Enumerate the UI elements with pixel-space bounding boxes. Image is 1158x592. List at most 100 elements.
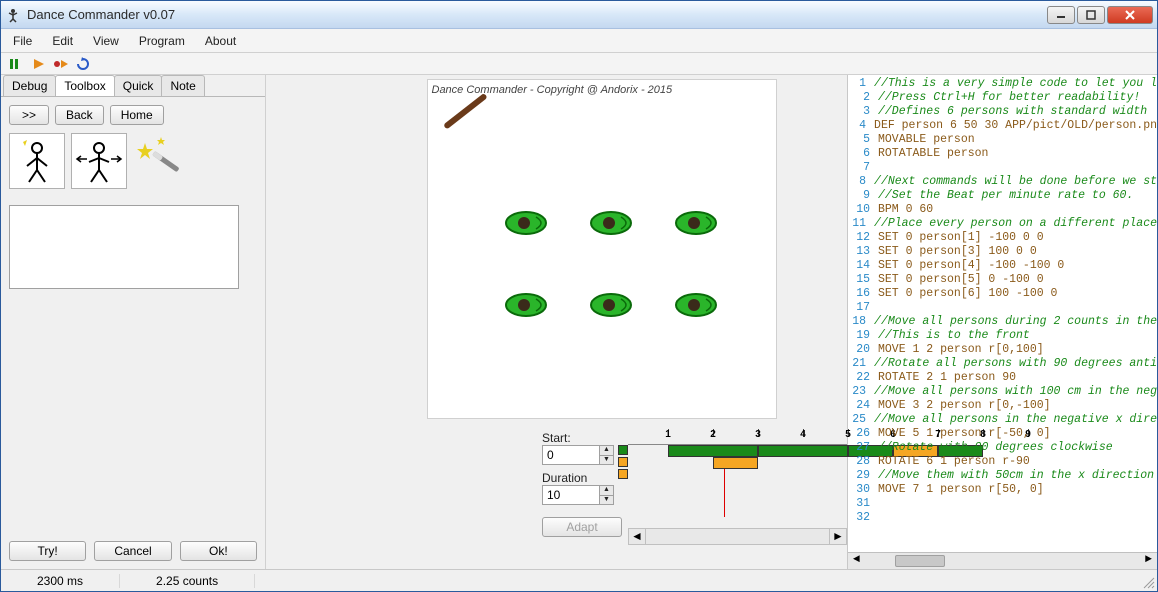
tool-actor-move[interactable] (71, 133, 127, 189)
code-line[interactable]: 10BPM 0 60 (848, 203, 1157, 217)
code-text[interactable]: //Move all persons with 100 cm in the ne… (874, 385, 1157, 399)
code-text[interactable]: MOVE 7 1 person r[50, 0] (878, 483, 1157, 497)
adapt-button[interactable]: Adapt (542, 517, 622, 537)
home-button[interactable]: Home (110, 105, 164, 125)
timeline-segment[interactable] (668, 445, 758, 457)
code-text[interactable]: //Move all persons during 2 counts in th… (874, 315, 1157, 329)
tool-wand[interactable] (133, 133, 189, 189)
code-text[interactable]: SET 0 person[5] 0 -100 0 (878, 273, 1157, 287)
code-line[interactable]: 14SET 0 person[4] -100 -100 0 (848, 259, 1157, 273)
code-line[interactable]: 27//Rotate with 90 degrees clockwise (848, 441, 1157, 455)
scroll-track[interactable] (646, 529, 829, 544)
code-line[interactable]: 12SET 0 person[1] -100 0 0 (848, 231, 1157, 245)
timeline-segment[interactable] (618, 457, 628, 467)
code-scroll-right-icon[interactable]: ► (1140, 553, 1157, 569)
code-text[interactable]: //Press Ctrl+H for better readability! (878, 91, 1157, 105)
code-text[interactable]: MOVE 3 2 person r[0,-100] (878, 399, 1157, 413)
dancer[interactable] (588, 290, 634, 320)
code-text[interactable]: //This is a very simple code to let you … (874, 77, 1157, 91)
maximize-button[interactable] (1077, 6, 1105, 24)
code-line[interactable]: 28ROTATE 6 1 person r-90 (848, 455, 1157, 469)
code-line[interactable]: 32 (848, 511, 1157, 525)
code-scrollbar[interactable]: ◄ ► (848, 552, 1157, 569)
code-text[interactable]: //This is to the front (878, 329, 1157, 343)
code-line[interactable]: 5MOVABLE person (848, 133, 1157, 147)
code-scroll[interactable]: 1//This is a very simple code to let you… (848, 75, 1157, 552)
back-button[interactable]: Back (55, 105, 104, 125)
resize-grip-icon[interactable] (1141, 575, 1155, 589)
duration-down-icon[interactable]: ▼ (599, 496, 613, 505)
code-scroll-left-icon[interactable]: ◄ (848, 553, 865, 569)
titlebar[interactable]: Dance Commander v0.07 (1, 1, 1157, 29)
code-lines[interactable]: 1//This is a very simple code to let you… (848, 75, 1157, 527)
code-text[interactable]: ROTATE 6 1 person r-90 (878, 455, 1157, 469)
code-scroll-thumb[interactable] (895, 555, 945, 567)
code-line[interactable]: 19//This is to the front (848, 329, 1157, 343)
tool-actor-single[interactable] (9, 133, 65, 189)
code-text[interactable]: //Place every person on a different plac… (874, 217, 1157, 231)
code-line[interactable]: 29//Move them with 50cm in the x directi… (848, 469, 1157, 483)
timeline-rows[interactable] (628, 445, 847, 517)
code-text[interactable]: SET 0 person[1] -100 0 0 (878, 231, 1157, 245)
code-line[interactable]: 20MOVE 1 2 person r[0,100] (848, 343, 1157, 357)
code-line[interactable]: 17 (848, 301, 1157, 315)
code-text[interactable]: SET 0 person[3] 100 0 0 (878, 245, 1157, 259)
close-button[interactable] (1107, 6, 1153, 24)
timeline-segment[interactable] (713, 457, 758, 469)
code-text[interactable]: DEF person 6 50 30 APP/pict/OLD/person.p… (874, 119, 1157, 133)
code-text[interactable]: //Defines 6 persons with standard width (878, 105, 1157, 119)
toolbox-textarea[interactable] (9, 205, 239, 289)
code-text[interactable] (878, 497, 1157, 511)
code-line[interactable]: 25//Move all persons in the negative x d… (848, 413, 1157, 427)
menu-edit[interactable]: Edit (52, 34, 73, 48)
code-line[interactable]: 26MOVE 5 1 person r[-50, 0] (848, 427, 1157, 441)
code-line[interactable]: 13SET 0 person[3] 100 0 0 (848, 245, 1157, 259)
scroll-left-icon[interactable]: ◄ (629, 529, 646, 544)
timeline-segment[interactable] (618, 445, 628, 455)
cancel-button[interactable]: Cancel (94, 541, 171, 561)
code-text[interactable]: //Set the Beat per minute rate to 60. (878, 189, 1157, 203)
start-up-icon[interactable]: ▲ (599, 446, 613, 456)
code-line[interactable]: 18//Move all persons during 2 counts in … (848, 315, 1157, 329)
tab-note[interactable]: Note (161, 75, 204, 96)
timeline-segment[interactable] (618, 469, 628, 479)
timeline-segment[interactable] (758, 445, 848, 457)
code-text[interactable]: //Rotate with 90 degrees clockwise (878, 441, 1157, 455)
timeline-scrollbar[interactable]: ◄ ► (628, 528, 847, 545)
code-text[interactable]: //Move all persons in the negative x dir… (874, 413, 1157, 427)
duration-field[interactable] (543, 486, 599, 504)
code-text[interactable]: ROTATE 2 1 person 90 (878, 371, 1157, 385)
dancer[interactable] (673, 208, 719, 238)
play-icon[interactable] (31, 56, 47, 72)
play-pause-icon[interactable] (9, 56, 25, 72)
stage[interactable]: Dance Commander - Copyright @ Andorix - … (427, 79, 777, 419)
code-text[interactable]: MOVABLE person (878, 133, 1157, 147)
code-text[interactable]: SET 0 person[4] -100 -100 0 (878, 259, 1157, 273)
code-line[interactable]: 7 (848, 161, 1157, 175)
code-line[interactable]: 4DEF person 6 50 30 APP/pict/OLD/person.… (848, 119, 1157, 133)
minimize-button[interactable] (1047, 6, 1075, 24)
duration-input[interactable]: ▲▼ (542, 485, 614, 505)
code-line[interactable]: 6ROTATABLE person (848, 147, 1157, 161)
duration-up-icon[interactable]: ▲ (599, 486, 613, 496)
code-line[interactable]: 15SET 0 person[5] 0 -100 0 (848, 273, 1157, 287)
menu-program[interactable]: Program (139, 34, 185, 48)
code-line[interactable]: 2//Press Ctrl+H for better readability! (848, 91, 1157, 105)
code-text[interactable]: MOVE 1 2 person r[0,100] (878, 343, 1157, 357)
dancer[interactable] (503, 208, 549, 238)
code-text[interactable]: //Move them with 50cm in the x direction (878, 469, 1157, 483)
start-field[interactable] (543, 446, 599, 464)
record-play-icon[interactable] (53, 56, 69, 72)
code-line[interactable]: 24MOVE 3 2 person r[0,-100] (848, 399, 1157, 413)
code-line[interactable]: 9//Set the Beat per minute rate to 60. (848, 189, 1157, 203)
code-text[interactable]: MOVE 5 1 person r[-50, 0] (878, 427, 1157, 441)
code-line[interactable]: 11//Place every person on a different pl… (848, 217, 1157, 231)
code-text[interactable]: BPM 0 60 (878, 203, 1157, 217)
code-text[interactable]: //Next commands will be done before we s… (874, 175, 1157, 189)
code-line[interactable]: 30MOVE 7 1 person r[50, 0] (848, 483, 1157, 497)
start-input[interactable]: ▲▼ (542, 445, 614, 465)
code-line[interactable]: 31 (848, 497, 1157, 511)
try-button[interactable]: Try! (9, 541, 86, 561)
code-scroll-track[interactable] (865, 553, 1140, 569)
tab-quick[interactable]: Quick (114, 75, 163, 96)
